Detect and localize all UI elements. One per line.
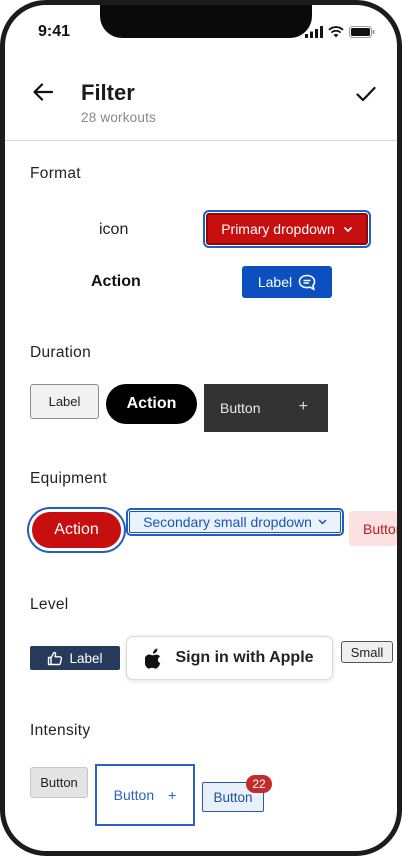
arrow-left-icon bbox=[33, 83, 53, 101]
chevron-down-icon bbox=[343, 226, 352, 232]
page-subtitle: 28 workouts bbox=[81, 110, 156, 125]
section-title-intensity: Intensity bbox=[30, 722, 91, 739]
primary-dropdown-label: Primary dropdown bbox=[221, 221, 335, 237]
equipment-pink-button-label: Button bbox=[363, 520, 397, 537]
intensity-outline-button[interactable]: Button + bbox=[95, 764, 195, 826]
section-title-duration: Duration bbox=[30, 344, 91, 361]
notification-badge: 22 bbox=[246, 775, 272, 793]
secondary-dropdown-label: Secondary small dropdown bbox=[143, 514, 312, 530]
duration-label-button[interactable]: Label bbox=[30, 384, 99, 419]
device-notch bbox=[100, 5, 312, 38]
action-text: Action bbox=[91, 273, 141, 290]
back-button[interactable] bbox=[30, 79, 56, 105]
duration-dark-button[interactable]: Button + bbox=[204, 384, 328, 432]
thumbs-up-icon bbox=[48, 651, 63, 665]
icon-text: icon bbox=[99, 221, 129, 238]
confirm-button[interactable] bbox=[353, 81, 379, 107]
equipment-action-button[interactable]: Action bbox=[29, 509, 124, 551]
apple-logo-icon bbox=[145, 648, 161, 669]
intensity-gray-button[interactable]: Button bbox=[30, 767, 88, 798]
app-header: Filter 28 workouts bbox=[5, 65, 397, 141]
duration-action-button[interactable]: Action bbox=[106, 384, 197, 424]
duration-dark-button-label: Button bbox=[220, 400, 261, 416]
status-icons bbox=[305, 25, 375, 43]
sign-in-with-apple-button[interactable]: Sign in with Apple bbox=[126, 636, 333, 680]
intensity-outline-button-label: Button bbox=[113, 787, 155, 803]
sign-in-with-apple-label: Sign in with Apple bbox=[175, 649, 314, 666]
equipment-pink-button[interactable]: Button bbox=[349, 511, 397, 546]
section-title-level: Level bbox=[30, 596, 69, 613]
level-label-button-label: Label bbox=[69, 650, 103, 666]
plus-icon: + bbox=[168, 787, 177, 803]
status-time: 9:41 bbox=[38, 23, 71, 40]
chat-icon bbox=[298, 274, 316, 291]
level-small-button[interactable]: Small bbox=[341, 641, 393, 663]
secondary-small-dropdown[interactable]: Secondary small dropdown bbox=[126, 508, 344, 536]
label-chat-button[interactable]: Label bbox=[242, 266, 332, 298]
page-title: Filter bbox=[81, 80, 135, 105]
section-title-equipment: Equipment bbox=[30, 470, 107, 487]
level-label-button[interactable]: Label bbox=[30, 646, 120, 670]
battery-icon bbox=[349, 25, 375, 43]
phone-frame: 9:41 Filter 28 workouts Format icon Prim… bbox=[0, 0, 402, 856]
primary-dropdown[interactable]: Primary dropdown bbox=[203, 210, 371, 248]
wifi-icon bbox=[328, 25, 344, 43]
chevron-down-icon bbox=[318, 519, 327, 525]
section-title-format: Format bbox=[30, 165, 81, 182]
label-chat-button-label: Label bbox=[257, 274, 293, 290]
plus-icon: + bbox=[298, 398, 308, 415]
check-icon bbox=[356, 86, 376, 102]
